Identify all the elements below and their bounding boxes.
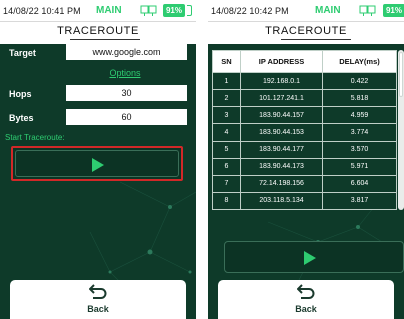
table-row: 1 192.168.0.1 0.422	[212, 71, 397, 91]
cell-ip-address: 72.14.198.156	[240, 174, 323, 193]
cell-ip-address: 192.168.0.1	[240, 71, 323, 91]
cell-sn: 2	[212, 89, 241, 108]
table-row: 7 72.14.198.156 6.604	[212, 174, 397, 193]
cell-ip-address: 183.90.44.157	[240, 106, 323, 125]
battery-indicator: 91%	[163, 4, 185, 17]
traceroute-setup-screen: 14/08/22 10:41 PM MAIN 91% TRACEROUTE Ta…	[0, 0, 196, 319]
cell-ip-address: 183.90.44.153	[240, 123, 323, 142]
cell-delay: 6.604	[322, 174, 397, 193]
status-time: 14/08/22 10:42 PM	[211, 6, 289, 16]
cell-delay: 3.570	[322, 140, 397, 159]
cell-delay: 3.817	[322, 191, 397, 211]
play-icon	[304, 251, 316, 265]
network-status-icon	[359, 5, 376, 16]
start-traceroute-button[interactable]	[11, 146, 183, 181]
back-label: Back	[295, 304, 317, 314]
title-underline	[70, 39, 140, 40]
back-arrow-icon	[89, 284, 107, 299]
play-icon	[92, 158, 104, 172]
cell-delay: 4.959	[322, 106, 397, 125]
cell-sn: 3	[212, 106, 241, 125]
back-button[interactable]: Back	[218, 280, 394, 319]
status-mode: MAIN	[315, 5, 341, 16]
status-bar: 14/08/22 10:41 PM MAIN 91%	[0, 0, 196, 22]
cell-ip-address: 203.118.5.134	[240, 191, 323, 211]
cell-sn: 5	[212, 140, 241, 159]
table-row: 8 203.118.5.134 3.817	[212, 191, 397, 211]
status-time: 14/08/22 10:41 PM	[3, 6, 81, 16]
cell-delay: 0.422	[322, 71, 397, 91]
cell-ip-address: 183.90.44.177	[240, 140, 323, 159]
traceroute-results-screen: 14/08/22 10:42 PM MAIN 91% TRACEROUTE SN…	[208, 0, 404, 319]
cell-delay: 3.774	[322, 123, 397, 142]
options-link[interactable]: Options	[70, 68, 180, 78]
table-row: 3 183.90.44.157 4.959	[212, 106, 397, 125]
battery-indicator: 91%	[383, 4, 404, 17]
start-traceroute-label: Start Traceroute:	[5, 133, 65, 142]
status-mode: MAIN	[96, 5, 122, 16]
back-arrow-icon	[297, 284, 315, 299]
table-row: 4 183.90.44.153 3.774	[212, 123, 397, 142]
traceroute-results-table: SN IP ADDRESS DELAY(ms) 1 192.168.0.1 0.42…	[212, 50, 397, 211]
table-header-row: SN IP ADDRESS DELAY(ms)	[212, 50, 397, 73]
cell-sn: 7	[212, 174, 241, 193]
page-title: TRACEROUTE	[57, 25, 139, 37]
cell-sn: 4	[212, 123, 241, 142]
table-row: 6 183.90.44.173 5.971	[212, 157, 397, 176]
hops-input[interactable]: 30	[66, 85, 187, 101]
column-header-sn: SN	[212, 50, 241, 73]
page-title: TRACEROUTE	[265, 25, 347, 37]
table-scrollbar-thumb[interactable]	[399, 52, 403, 97]
cell-ip-address: 101.127.241.1	[240, 89, 323, 108]
status-bar: 14/08/22 10:42 PM MAIN 91%	[208, 0, 404, 22]
cell-ip-address: 183.90.44.173	[240, 157, 323, 176]
table-row: 5 183.90.44.177 3.570	[212, 140, 397, 159]
cell-delay: 5.818	[322, 89, 397, 108]
bytes-input[interactable]: 60	[66, 109, 187, 125]
start-traceroute-button[interactable]	[224, 241, 404, 273]
back-button[interactable]: Back	[10, 280, 186, 319]
target-label: Target	[9, 48, 36, 58]
column-header-ip-address: IP ADDRESS	[240, 50, 323, 73]
cell-sn: 6	[212, 157, 241, 176]
title-bar: TRACEROUTE	[0, 22, 196, 44]
cell-sn: 1	[212, 71, 241, 91]
back-label: Back	[87, 304, 109, 314]
network-status-icon	[140, 5, 157, 16]
bytes-label: Bytes	[9, 113, 34, 123]
battery-tip	[187, 5, 192, 16]
title-underline	[281, 39, 351, 40]
hops-label: Hops	[9, 89, 32, 99]
target-input[interactable]: www.google.com	[66, 44, 187, 60]
column-header-delay: DELAY(ms)	[322, 50, 397, 73]
title-bar: TRACEROUTE	[208, 22, 404, 44]
table-row: 2 101.127.241.1 5.818	[212, 89, 397, 108]
cell-sn: 8	[212, 191, 241, 211]
cell-delay: 5.971	[322, 157, 397, 176]
